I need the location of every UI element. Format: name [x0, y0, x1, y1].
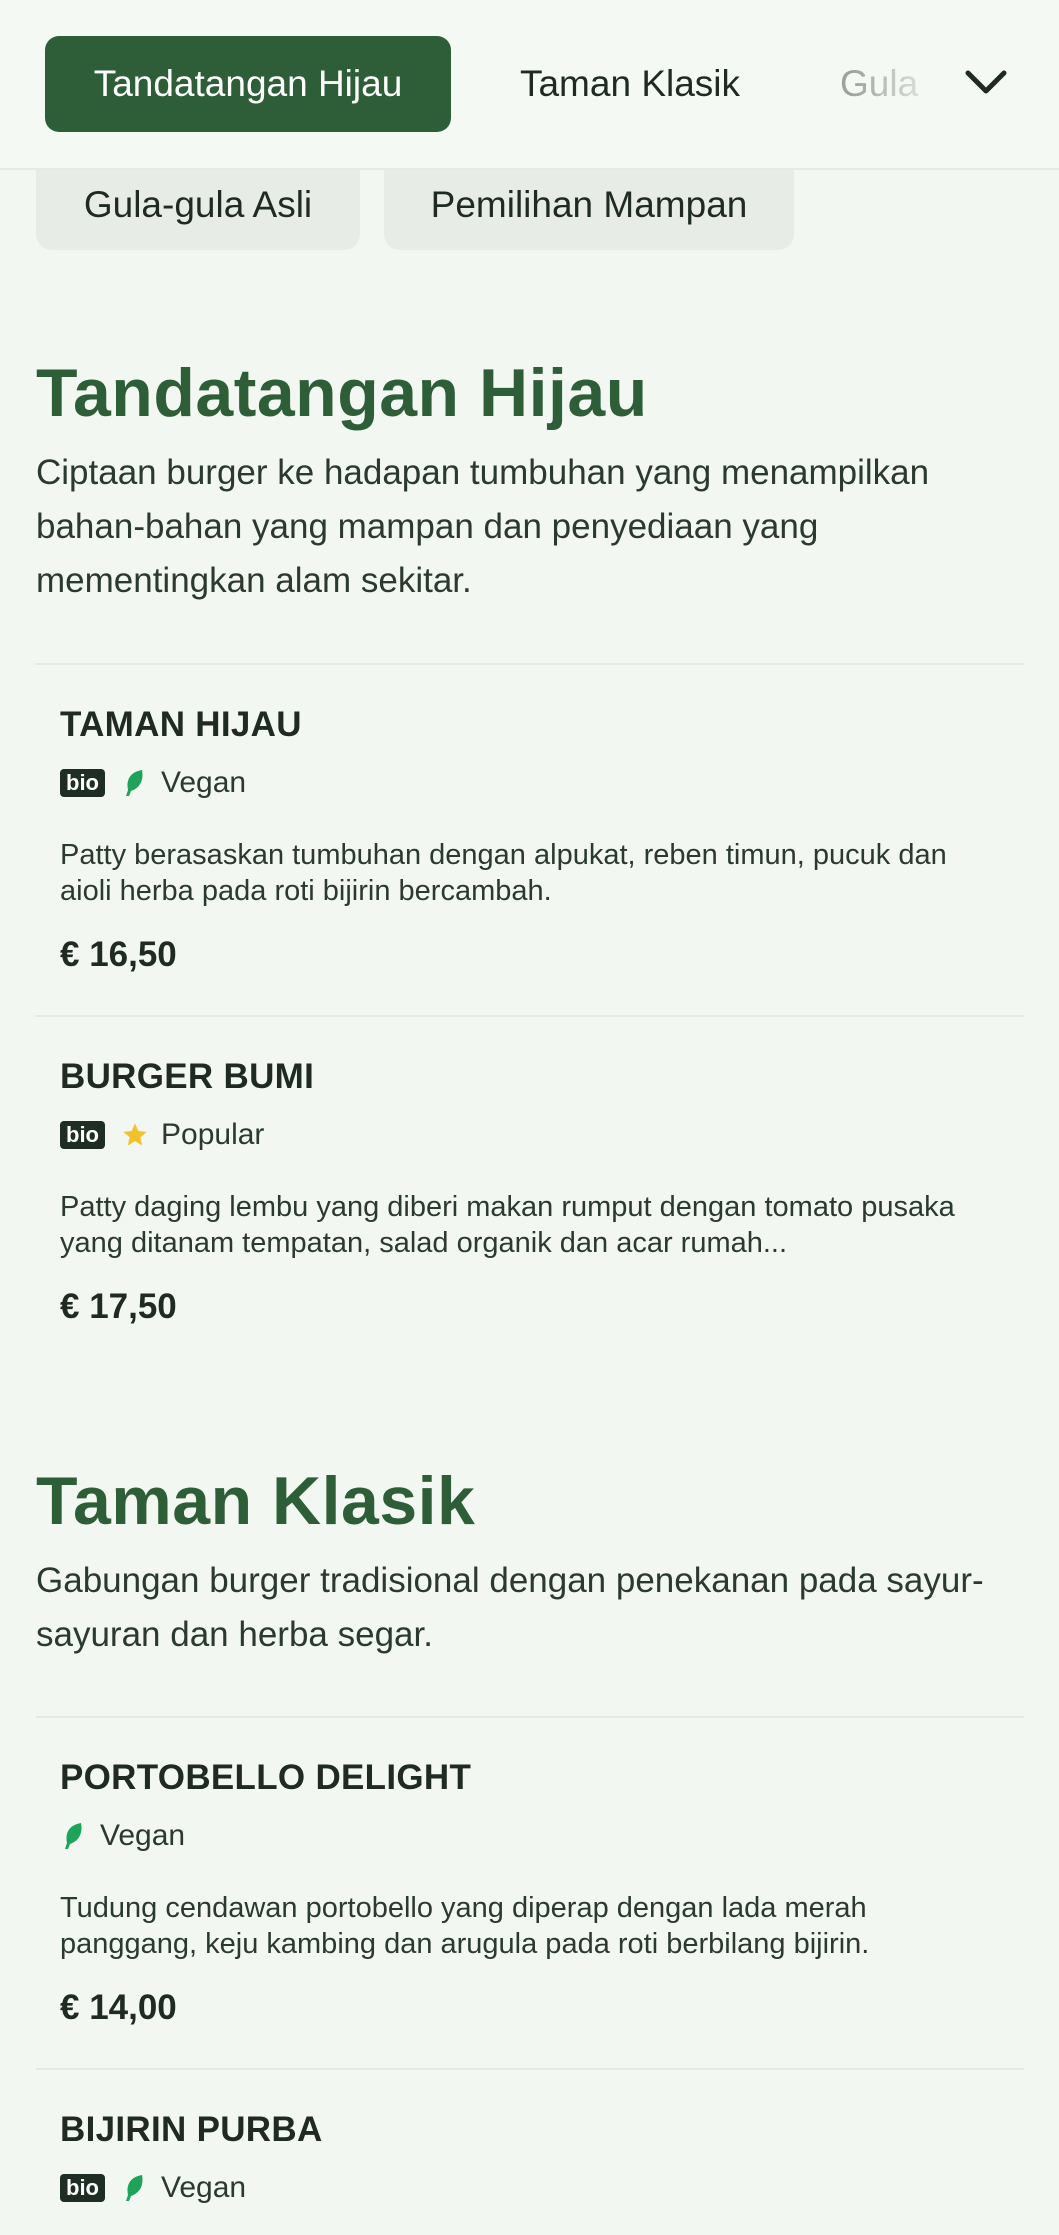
section-description: Ciptaan burger ke hadapan tumbuhan yang … — [36, 453, 930, 600]
menu-item[interactable]: PORTOBELLO DELIGHT Vegan Tudung cendawan… — [36, 1758, 1024, 2028]
leaf-icon — [60, 1820, 88, 1852]
item-price: € 14,00 — [60, 1988, 177, 2027]
item-name: BIJIRIN PURBA — [60, 2110, 323, 2149]
item-name: BURGER BUMI — [60, 1057, 315, 1096]
item-name: TAMAN HIJAU — [60, 705, 302, 744]
menu-section-tandatangan-hijau: Tandatangan Hijau Ciptaan burger ke hada… — [36, 354, 1024, 608]
item-name: PORTOBELLO DELIGHT — [60, 1758, 472, 1797]
divider — [36, 1015, 1024, 1017]
section-title: Taman Klasik — [36, 1463, 476, 1539]
leaf-icon — [121, 2172, 149, 2204]
tab-taman-klasik[interactable]: Taman Klasik — [505, 36, 755, 132]
tab-gula-partial[interactable]: Gula — [840, 36, 950, 132]
item-tags: bio Vegan — [60, 2168, 1024, 2208]
item-price: € 17,50 — [60, 1287, 177, 1326]
section-title: Tandatangan Hijau — [36, 355, 648, 431]
menu-list: TAMAN HIJAU bio Vegan Patty berasaskan t… — [36, 663, 1024, 1327]
tag-label: Vegan — [161, 766, 247, 799]
category-tab-bar: Tandatangan Hijau Taman Klasik Gula — [0, 0, 1059, 170]
tab-tandatangan-hijau[interactable]: Tandatangan Hijau — [45, 36, 451, 132]
bio-badge: bio — [60, 2174, 105, 2202]
menu-section-taman-klasik: Taman Klasik Gabungan burger tradisional… — [36, 1462, 1024, 1662]
bio-badge: bio — [60, 769, 105, 797]
item-description: Patty daging lembu yang diberi makan rum… — [60, 1191, 955, 1259]
menu-item[interactable]: TAMAN HIJAU bio Vegan Patty berasaskan t… — [36, 705, 1024, 975]
divider — [36, 2068, 1024, 2070]
item-tags: Vegan — [60, 1816, 1024, 1856]
item-price: € 16,50 — [60, 935, 177, 974]
leaf-icon — [121, 767, 149, 799]
item-description: Tudung cendawan portobello yang diperap … — [60, 1892, 870, 1960]
item-tags: bio Vegan — [60, 763, 1024, 803]
chevron-down-icon[interactable] — [960, 60, 1012, 106]
divider — [36, 1716, 1024, 1718]
menu-item[interactable]: BURGER BUMI bio Popular Patty daging lem… — [36, 1057, 1024, 1327]
star-icon — [121, 1119, 149, 1151]
divider — [36, 663, 1024, 665]
section-description: Gabungan burger tradisional dengan penek… — [36, 1561, 984, 1654]
tag-label: Vegan — [161, 2171, 247, 2204]
menu-list: PORTOBELLO DELIGHT Vegan Tudung cendawan… — [36, 1716, 1024, 2208]
menu-item[interactable]: BIJIRIN PURBA bio Vegan — [36, 2110, 1024, 2208]
tag-label: Popular — [161, 1118, 265, 1151]
item-description: Patty berasaskan tumbuhan dengan alpukat… — [60, 839, 947, 907]
tag-label: Vegan — [100, 1819, 186, 1852]
bio-badge: bio — [60, 1121, 105, 1149]
item-tags: bio Popular — [60, 1115, 1024, 1155]
